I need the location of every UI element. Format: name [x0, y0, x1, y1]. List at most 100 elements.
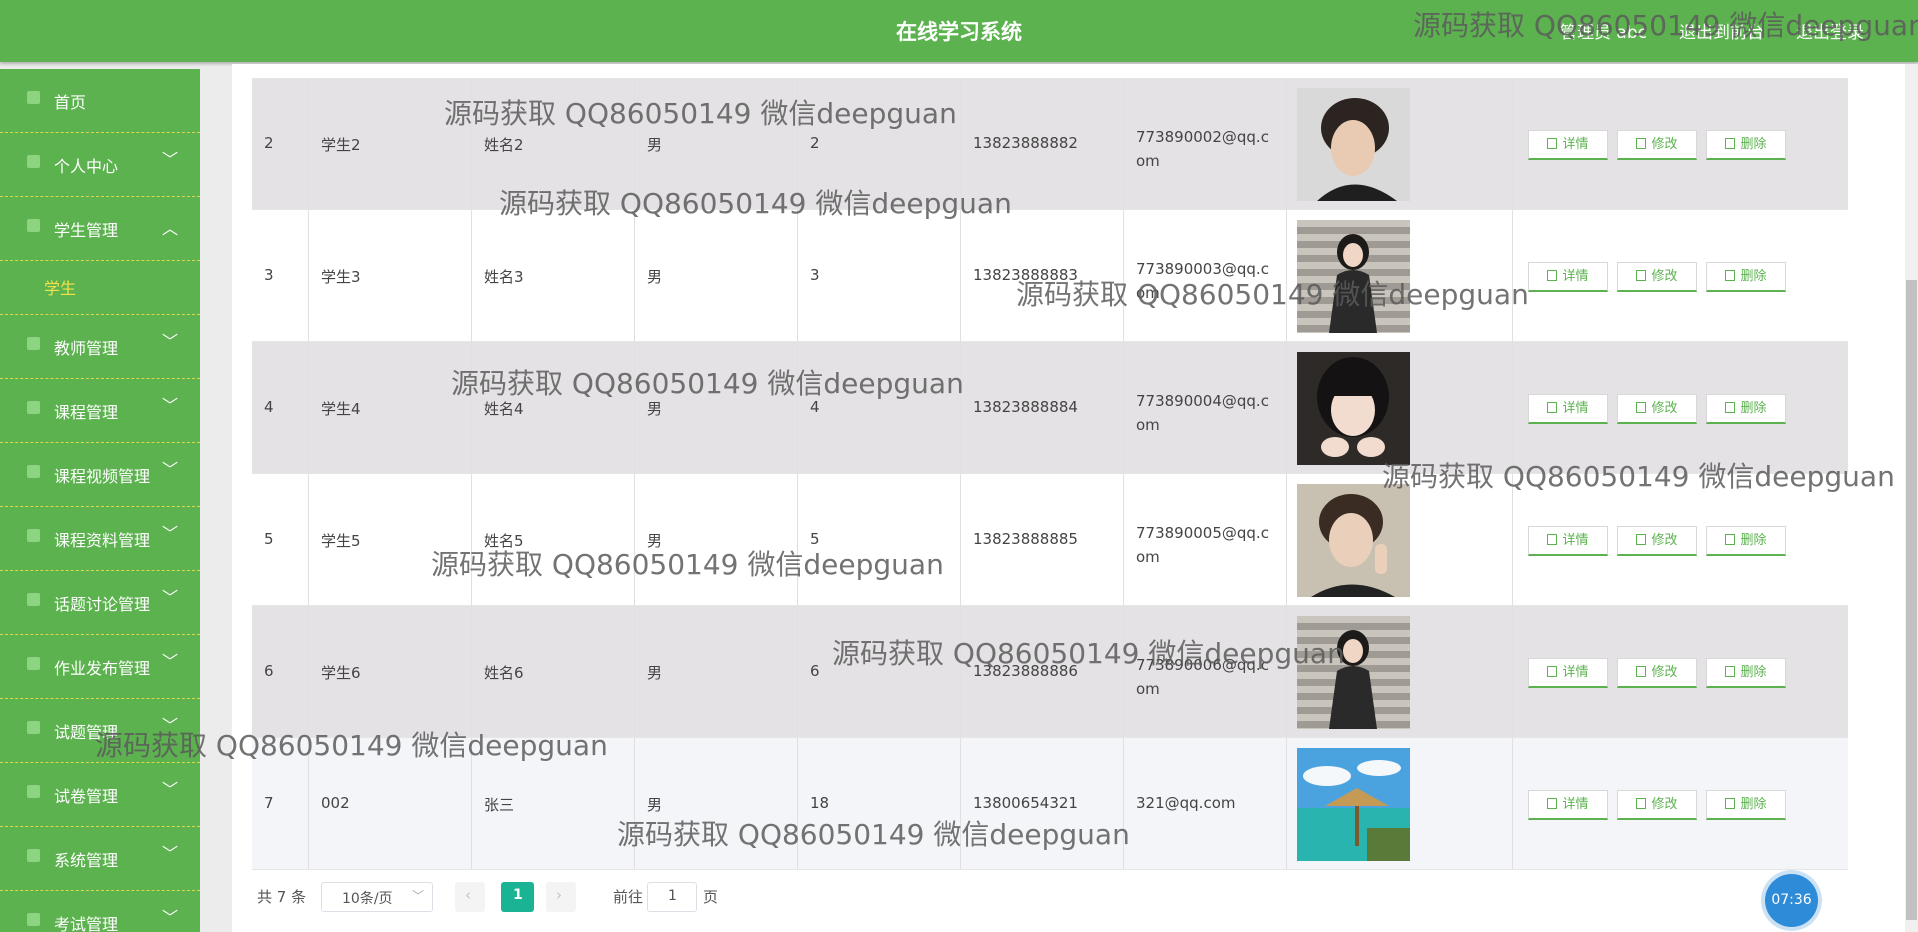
delete-label: 删除: [1740, 533, 1767, 548]
sidebar-item-course-material-management[interactable]: 课程资料管理 ﹀: [0, 507, 200, 571]
edit-button[interactable]: 修改: [1617, 130, 1697, 160]
sidebar-item-label: 课程管理: [54, 403, 119, 422]
edit-button[interactable]: 修改: [1617, 394, 1697, 424]
table-row: 2 学生2 姓名2 男 2 13823888882 773890002@qq.c…: [252, 78, 1848, 210]
document-icon: [1547, 798, 1558, 809]
sidebar-item-label: 个人中心: [54, 157, 119, 176]
chevron-down-icon: ﹀: [161, 332, 178, 351]
chevron-down-icon: ﹀: [161, 716, 178, 735]
student-email: 773890006@qq.com: [1136, 656, 1269, 698]
chevron-left-icon: ‹: [465, 886, 471, 904]
user-icon: [27, 155, 40, 168]
trash-icon: [1725, 138, 1736, 149]
student-photo: [1297, 484, 1410, 597]
page-number-label: 1: [513, 887, 523, 903]
trash-icon: [1725, 666, 1736, 677]
sidebar-item-student-management[interactable]: 学生管理 ︿: [0, 197, 200, 261]
student-age: 3: [810, 266, 820, 284]
sidebar: 首页 个人中心 ﹀ 学生管理 ︿ 学生 教师管理 ﹀ 课程管理 ﹀ 课程视频管理…: [0, 69, 200, 932]
student-phone: 13823888886: [973, 662, 1078, 680]
sidebar-item-label: 课程资料管理: [54, 531, 151, 550]
trash-icon: [1725, 270, 1736, 281]
student-name: 姓名5: [484, 532, 524, 550]
admin-label: 管理员 abc: [1560, 23, 1647, 43]
delete-button[interactable]: 删除: [1706, 658, 1786, 688]
edit-button[interactable]: 修改: [1617, 790, 1697, 820]
grid-icon: [27, 593, 40, 606]
delete-button[interactable]: 删除: [1706, 130, 1786, 160]
detail-button[interactable]: 详情: [1528, 790, 1608, 820]
student-phone: 13823888882: [973, 134, 1078, 152]
delete-label: 删除: [1740, 665, 1767, 680]
sidebar-item-home[interactable]: 首页: [0, 69, 200, 133]
sidebar-item-label: 首页: [54, 93, 87, 112]
student-email: 773890002@qq.com: [1136, 128, 1269, 170]
edit-button[interactable]: 修改: [1617, 526, 1697, 556]
exit-to-front-link[interactable]: 退出到前台: [1679, 18, 1764, 43]
pencil-icon: [1636, 270, 1647, 281]
document-icon: [1547, 270, 1558, 281]
scrollbar-thumb[interactable]: [1906, 280, 1917, 920]
row-index: 7: [264, 794, 274, 812]
sidebar-item-homework-management[interactable]: 作业发布管理 ﹀: [0, 635, 200, 699]
sidebar-item-label: 话题讨论管理: [54, 595, 151, 614]
delete-label: 删除: [1740, 137, 1767, 152]
sidebar-item-personal-center[interactable]: 个人中心 ﹀: [0, 133, 200, 197]
chevron-down-icon: ﹀: [161, 524, 178, 543]
sidebar-item-label: 教师管理: [54, 339, 119, 358]
delete-button[interactable]: 删除: [1706, 790, 1786, 820]
edit-button[interactable]: 修改: [1617, 658, 1697, 688]
document-icon: [27, 785, 40, 798]
sidebar-item-question-management[interactable]: 试题管理 ﹀: [0, 699, 200, 763]
student-age: 4: [810, 398, 820, 416]
student-name: 姓名6: [484, 664, 524, 682]
student-gender: 男: [647, 400, 663, 418]
goto-page-input[interactable]: 1: [647, 882, 697, 912]
sidebar-item-teacher-management[interactable]: 教师管理 ﹀: [0, 315, 200, 379]
delete-button[interactable]: 删除: [1706, 526, 1786, 556]
student-gender: 男: [647, 796, 663, 814]
page-size-select[interactable]: 10条/页 ﹀: [321, 882, 433, 912]
chevron-down-icon: ﹀: [161, 908, 178, 927]
student-name: 姓名2: [484, 136, 524, 154]
detail-label: 详情: [1562, 797, 1589, 812]
sidebar-item-course-management[interactable]: 课程管理 ﹀: [0, 379, 200, 443]
table-row: 5 学生5 姓名5 男 5 13823888885 773890005@qq.c…: [252, 474, 1848, 606]
detail-button[interactable]: 详情: [1528, 262, 1608, 292]
student-account: 学生6: [321, 664, 361, 682]
sidebar-item-label: 系统管理: [54, 851, 119, 870]
logout-link[interactable]: 退出登录: [1796, 18, 1864, 43]
delete-button[interactable]: 删除: [1706, 394, 1786, 424]
table-row: 4 学生4 姓名4 男 4 13823888884 773890004@qq.c…: [252, 342, 1848, 474]
detail-label: 详情: [1562, 269, 1589, 284]
clock-badge[interactable]: 07:36: [1765, 874, 1818, 927]
question-icon: [27, 721, 40, 734]
student-account: 学生2: [321, 136, 361, 154]
sidebar-subitem-student[interactable]: 学生: [0, 261, 200, 315]
gear-icon: [27, 849, 40, 862]
edit-button[interactable]: 修改: [1617, 262, 1697, 292]
row-index: 4: [264, 398, 274, 416]
delete-label: 删除: [1740, 401, 1767, 416]
sidebar-item-course-video-management[interactable]: 课程视频管理 ﹀: [0, 443, 200, 507]
delete-button[interactable]: 删除: [1706, 262, 1786, 292]
sidebar-item-topic-discussion-management[interactable]: 话题讨论管理 ﹀: [0, 571, 200, 635]
sidebar-item-label: 课程视频管理: [54, 467, 151, 486]
page-number-current[interactable]: 1: [501, 882, 534, 912]
sidebar-subitem-label: 学生: [44, 279, 77, 298]
prev-page-button[interactable]: ‹: [455, 882, 485, 912]
sidebar-item-system-management[interactable]: 系统管理 ﹀: [0, 827, 200, 891]
sidebar-item-label: 试卷管理: [54, 787, 119, 806]
sidebar-item-exam-management[interactable]: 考试管理 ﹀: [0, 891, 200, 932]
sidebar-item-paper-management[interactable]: 试卷管理 ﹀: [0, 763, 200, 827]
detail-button[interactable]: 详情: [1528, 130, 1608, 160]
book-icon: [27, 401, 40, 414]
pencil-icon: [1636, 138, 1647, 149]
detail-button[interactable]: 详情: [1528, 658, 1608, 688]
next-page-button[interactable]: ›: [546, 882, 576, 912]
page-unit-label: 页: [703, 888, 719, 906]
sidebar-item-label: 作业发布管理: [54, 659, 151, 678]
student-age: 18: [810, 794, 830, 812]
detail-button[interactable]: 详情: [1528, 394, 1608, 424]
detail-button[interactable]: 详情: [1528, 526, 1608, 556]
